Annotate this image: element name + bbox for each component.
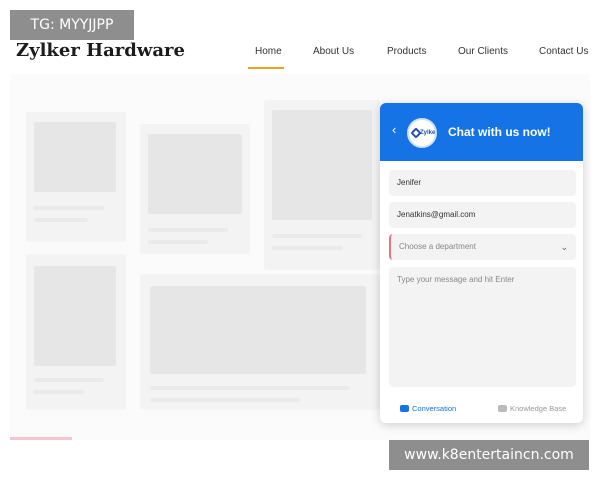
placeholder-image <box>150 286 366 374</box>
placeholder-image <box>148 134 242 214</box>
message-input[interactable]: Type your message and hit Enter <box>389 267 576 387</box>
placeholder-card <box>140 124 250 254</box>
placeholder-image <box>272 110 372 220</box>
placeholder-line <box>272 234 362 238</box>
nav-active-indicator <box>248 67 284 69</box>
placeholder-line <box>150 386 350 390</box>
placeholder-line <box>34 390 84 394</box>
chat-widget: ‹ Zylker Chat with us now! Jenifer Jenat… <box>380 103 583 423</box>
chat-logo-badge: Zylker <box>407 118 437 148</box>
name-field[interactable]: Jenifer <box>389 170 576 196</box>
chat-title: Chat with us now! <box>448 125 551 139</box>
nav-products[interactable]: Products <box>387 46 426 57</box>
placeholder-line <box>148 240 208 244</box>
department-select-placeholder: Choose a department <box>399 242 476 251</box>
chat-header: ‹ Zylker Chat with us now! <box>380 103 583 161</box>
department-select[interactable]: Choose a department ⌄ <box>389 234 576 260</box>
placeholder-card <box>26 112 126 242</box>
nav-about-us[interactable]: About Us <box>313 46 354 57</box>
chevron-down-icon: ⌄ <box>560 242 568 252</box>
placeholder-line <box>34 206 104 210</box>
placeholder-line <box>150 398 300 402</box>
placeholder-line <box>148 228 228 232</box>
message-placeholder: Type your message and hit Enter <box>397 275 515 284</box>
main-nav: Home About Us Products Our Clients Conta… <box>0 46 600 72</box>
page-bottom-accent <box>10 437 72 440</box>
nav-contact-us[interactable]: Contact Us <box>539 46 588 57</box>
placeholder-image <box>34 266 116 366</box>
tab-knowledge-base-label: Knowledge Base <box>510 404 567 413</box>
nav-home[interactable]: Home <box>255 46 282 57</box>
placeholder-line <box>34 218 88 222</box>
knowledge-base-icon <box>498 405 507 412</box>
watermark-bottom: www.k8entertaincn.com <box>389 440 589 470</box>
placeholder-card <box>140 274 380 410</box>
tab-knowledge-base[interactable]: Knowledge Base <box>498 404 566 413</box>
chat-logo-text: Zylker <box>420 130 437 136</box>
tab-conversation-label: Conversation <box>412 404 457 413</box>
conversation-icon <box>400 405 409 412</box>
placeholder-line <box>34 378 104 382</box>
watermark-top: TG: MYYJJPP <box>10 10 134 40</box>
email-field[interactable]: Jenatkins@gmail.com <box>389 202 576 228</box>
tab-conversation[interactable]: Conversation <box>400 404 456 413</box>
placeholder-line <box>272 246 342 250</box>
placeholder-image <box>34 122 116 192</box>
chevron-left-icon[interactable]: ‹ <box>392 123 396 136</box>
placeholder-card <box>264 100 380 270</box>
nav-our-clients[interactable]: Our Clients <box>458 46 508 57</box>
placeholder-card <box>26 254 126 410</box>
